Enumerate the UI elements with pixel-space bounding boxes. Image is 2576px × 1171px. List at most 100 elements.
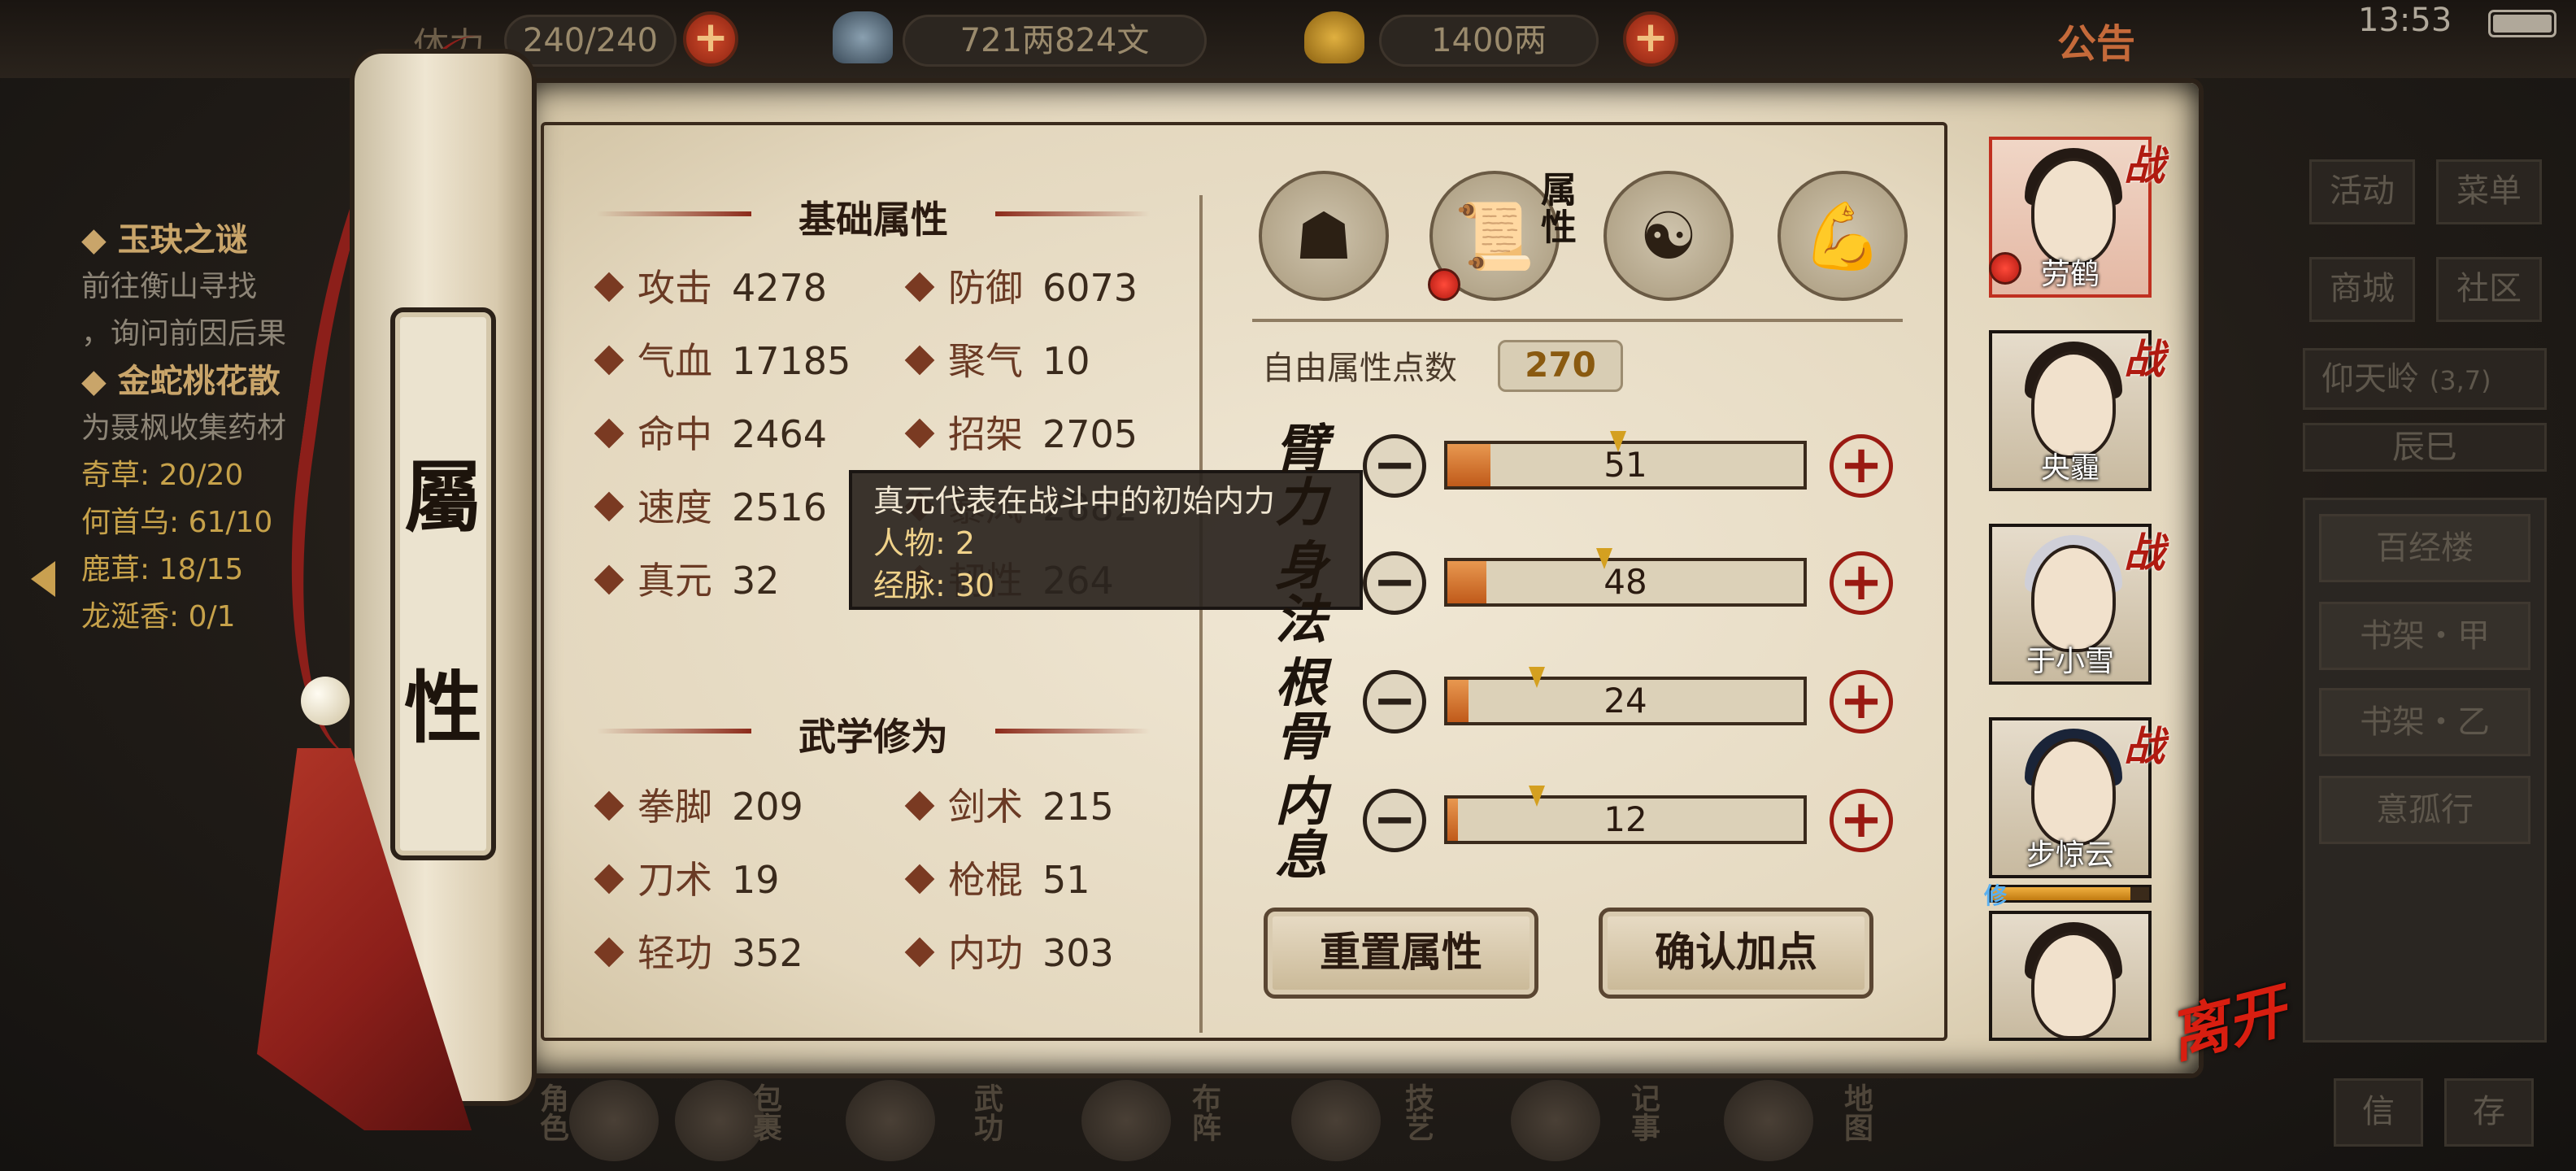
mail-button[interactable]: 信 [2334, 1078, 2423, 1147]
announcement-button[interactable]: 公告 [2057, 11, 2135, 68]
character-portrait[interactable]: 步惊云 战 [1989, 717, 2165, 878]
battle-badge: 战 [2124, 142, 2165, 189]
silver-icon [833, 11, 893, 63]
location-coords: (3,7) [2429, 365, 2491, 396]
stat-qinggong: 轻功 352 [594, 930, 803, 976]
attr-bar: 12 [1444, 786, 1807, 844]
shelf-item[interactable]: 书架・乙 [2319, 688, 2530, 756]
character-name: 央霾 [2040, 451, 2100, 485]
location-box: 仰天岭 (3,7) [2303, 348, 2547, 410]
avatar [2031, 932, 2116, 1039]
collapse-arrow-icon[interactable] [31, 561, 55, 597]
nav-map-icon[interactable] [1724, 1080, 1813, 1161]
stat-neigong: 内功 303 [904, 930, 1114, 976]
attr-bar: 48 [1444, 548, 1807, 607]
add-stamina-button[interactable]: + [683, 11, 738, 67]
character-portrait[interactable] [1989, 911, 2152, 1041]
nav-label: 技艺 [1400, 1083, 1434, 1142]
character-portrait[interactable]: 于小雪 战 [1989, 524, 2165, 685]
avatar [2031, 545, 2116, 652]
decrease-button[interactable]: − [1363, 551, 1426, 615]
attr-breath-label: 内息 [1275, 772, 1327, 886]
nav-label: 布阵 [1187, 1083, 1221, 1142]
divider [1252, 319, 1903, 322]
character-portrait[interactable]: 央霾 战 [1989, 330, 2165, 491]
time-of-day: 辰巳 [2303, 423, 2547, 472]
scroll-tab-label: 屬 性 [390, 307, 496, 860]
increase-button[interactable]: + [1830, 670, 1893, 734]
battle-badge: 战 [2124, 529, 2165, 577]
save-button[interactable]: 存 [2444, 1078, 2534, 1147]
stat-accuracy: 命中 2464 [594, 411, 827, 457]
attr-constitution-label: 根骨 [1275, 653, 1327, 768]
attr-strength-label: 臂力 [1275, 419, 1327, 533]
stat-zhenyuan[interactable]: 真元 32 [594, 558, 780, 603]
shelf-item[interactable]: 百经楼 [2319, 514, 2530, 582]
nav-formation-icon[interactable] [1081, 1080, 1171, 1161]
avatar [2031, 351, 2116, 459]
stat-parry: 招架 2705 [904, 411, 1138, 457]
nav-character-icon[interactable] [569, 1080, 659, 1161]
nav-label: 包裹 [748, 1083, 781, 1142]
stat-speed: 速度 2516 [594, 485, 827, 530]
menu-button[interactable]: 菜单 [2436, 159, 2542, 224]
nav-label: 武功 [969, 1083, 1003, 1142]
avatar [2031, 158, 2116, 265]
shelf-item[interactable]: 书架・甲 [2319, 602, 2530, 670]
nav-journal-icon[interactable] [1511, 1080, 1600, 1161]
divider [1199, 195, 1203, 1033]
nav-label: 记事 [1626, 1083, 1660, 1142]
activity-button[interactable]: 活动 [2309, 159, 2415, 224]
avatar [2031, 738, 2116, 846]
stat-blade: 刀术 19 [594, 857, 780, 903]
shop-button[interactable]: 商城 [2309, 257, 2415, 322]
martial-title: 武学修为 [597, 707, 1150, 761]
confirm-points-button[interactable]: 确认加点 [1599, 908, 1873, 999]
add-ingot-button[interactable]: + [1623, 11, 1678, 67]
gold-ingot-icon [1304, 11, 1364, 63]
tab-character-icon[interactable]: ☗ [1259, 171, 1389, 301]
money-value: 721两824文 [903, 15, 1207, 67]
nav-label: 角色 [535, 1083, 568, 1142]
attr-bar: 24 [1444, 667, 1807, 725]
battery-icon [2488, 10, 2556, 37]
increase-button[interactable]: + [1830, 789, 1893, 852]
stat-hp: 气血 17185 [594, 338, 851, 384]
nav-martial-icon[interactable] [846, 1080, 935, 1161]
attr-agility-label: 身法 [1275, 536, 1327, 651]
location-name: 仰天岭 [2321, 360, 2419, 398]
community-button[interactable]: 社区 [2436, 257, 2542, 322]
shelf-item[interactable]: 意孤行 [2319, 776, 2530, 844]
increase-button[interactable]: + [1830, 434, 1893, 498]
cultivation-bar [1989, 885, 2152, 903]
ingot-value: 1400两 [1379, 15, 1599, 67]
decrease-button[interactable]: − [1363, 434, 1426, 498]
tab-attribute-label: 属性 [1534, 171, 1576, 246]
tab-meridian-icon[interactable]: 💪 [1778, 171, 1908, 301]
tab-bagua-icon[interactable]: ☯ [1603, 171, 1734, 301]
free-points-label: 自由属性点数 [1262, 350, 1457, 387]
battle-badge: 战 [2124, 723, 2165, 770]
clock: 13:53 [2358, 2, 2452, 39]
basic-attributes-title: 基础属性 [597, 190, 1150, 244]
character-name: 于小雪 [2026, 645, 2114, 678]
character-name: 步惊云 [2026, 838, 2114, 872]
battle-badge: 战 [2124, 336, 2165, 383]
attr-bar: 51 [1444, 431, 1807, 490]
stat-spear: 枪棍 51 [904, 857, 1090, 903]
nav-label: 地图 [1839, 1083, 1873, 1142]
decrease-button[interactable]: − [1363, 670, 1426, 734]
increase-button[interactable]: + [1830, 551, 1893, 615]
reset-attributes-button[interactable]: 重置属性 [1264, 908, 1538, 999]
decrease-button[interactable]: − [1363, 789, 1426, 852]
notification-dot [1989, 252, 2021, 285]
stat-qi: 聚气 10 [904, 338, 1090, 384]
stat-defense: 防御 6073 [904, 265, 1138, 311]
notification-dot [1428, 268, 1460, 301]
quest-desc: 前往衡山寻找 [81, 270, 258, 303]
stat-attack: 攻击 4278 [594, 265, 827, 311]
stat-fist: 拳脚 209 [594, 784, 803, 829]
free-points-value: 270 [1498, 340, 1623, 392]
nav-skill-icon[interactable] [1291, 1080, 1381, 1161]
quest-title: ◆ 玉玦之谜 [81, 221, 248, 259]
